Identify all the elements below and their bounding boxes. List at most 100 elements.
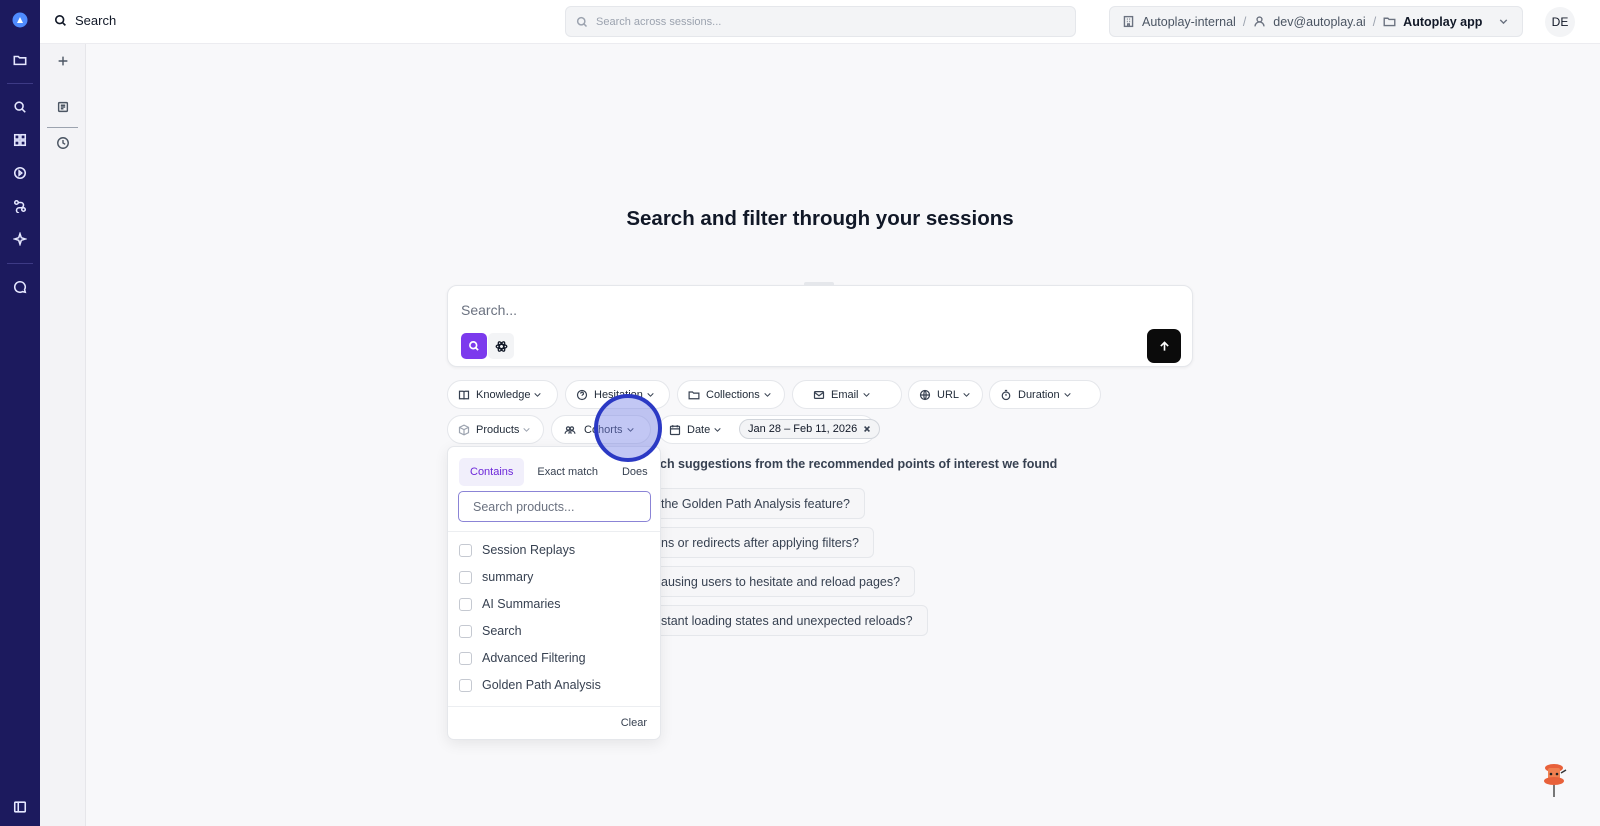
product-search-input[interactable] [458, 491, 651, 522]
box-icon [458, 423, 470, 436]
breadcrumb-user[interactable]: dev@autoplay.ai [1273, 15, 1365, 29]
filter-label: Duration [1018, 388, 1060, 401]
search-box-tab [804, 282, 834, 286]
filter-label: Collections [706, 388, 760, 401]
secondary-panel [40, 44, 86, 826]
book-icon [458, 390, 470, 400]
rail-divider [7, 263, 33, 264]
chevron-down-icon [862, 393, 870, 397]
breadcrumb-project[interactable]: Autoplay app [1403, 15, 1482, 29]
chevron-down-icon [764, 393, 771, 397]
filter-collections[interactable]: Collections [677, 380, 785, 409]
filter-email[interactable]: Email [792, 380, 902, 409]
suggestion-chip[interactable]: ausing users to hesitate and reload page… [634, 566, 916, 597]
filter-label: URL [937, 388, 960, 401]
filter-label: Knowledge [476, 388, 531, 401]
chat-icon[interactable] [11, 278, 29, 296]
products-filter-dropdown: Contains Exact match Does nc Session Rep… [447, 446, 661, 740]
product-option[interactable]: Session Replays [459, 540, 575, 560]
suggestion-chip[interactable]: the Golden Path Analysis feature? [634, 488, 866, 519]
search-icon [469, 341, 479, 351]
close-icon[interactable] [863, 425, 871, 433]
global-search-placeholder: Search across sessions... [596, 15, 722, 28]
arrow-up-icon [1159, 340, 1169, 351]
play-icon[interactable] [11, 164, 29, 182]
filter-knowledge[interactable]: Knowledge [447, 380, 558, 409]
tab-does-not-contain[interactable]: Does nc [611, 458, 649, 486]
chevron-down-icon [714, 428, 721, 432]
filter-label: Date [687, 423, 711, 436]
suggestion-chip[interactable]: stant loading states and unexpected relo… [634, 605, 928, 636]
click-indicator [594, 394, 662, 462]
chevron-down-icon [1063, 393, 1071, 397]
page-headline: Search and filter through your sessions [626, 207, 1014, 230]
product-option[interactable]: AI Summaries [459, 594, 561, 614]
send-button[interactable] [1147, 329, 1181, 363]
search-icon [54, 14, 66, 26]
saved-searches-icon[interactable] [55, 99, 71, 115]
filter-label: Email [831, 388, 859, 401]
date-range-pill[interactable]: Jan 28 – Feb 11, 2026 [739, 419, 881, 439]
date-range-value: Jan 28 – Feb 11, 2026 [748, 423, 858, 435]
filter-url[interactable]: URL [908, 380, 983, 409]
suggestions-heading: ch suggestions from the recommended poin… [660, 457, 1058, 471]
chevron-down-icon [523, 428, 531, 432]
timer-icon [1001, 389, 1011, 400]
clear-button[interactable]: Clear [621, 717, 647, 729]
search-icon [576, 16, 588, 27]
product-option-label: Session Replays [482, 543, 576, 557]
checkbox[interactable] [459, 597, 472, 611]
tab-exact-match[interactable]: Exact match [526, 458, 609, 486]
breadcrumb[interactable]: Autoplay-internal / dev@autoplay.ai / Au… [1109, 6, 1523, 37]
product-option[interactable]: Advanced Filtering [459, 648, 586, 668]
suggestion-chip[interactable]: ns or redirects after applying filters? [634, 527, 875, 558]
atom-icon [495, 340, 507, 352]
product-option[interactable]: Search [459, 621, 522, 641]
tab-contains[interactable]: Contains [459, 458, 525, 486]
session-search-input[interactable] [461, 299, 1101, 321]
avatar[interactable]: DE [1545, 7, 1575, 37]
pushpin-mascot-icon[interactable] [1541, 761, 1569, 801]
history-icon[interactable] [55, 135, 71, 151]
folder-icon[interactable] [11, 51, 29, 69]
checkbox[interactable] [459, 651, 472, 665]
sparkle-icon[interactable] [11, 230, 29, 248]
calendar-icon [669, 424, 681, 435]
folder-icon [688, 390, 700, 399]
users-icon [564, 425, 576, 434]
filter-products[interactable]: Products [447, 415, 544, 444]
dashboard-icon[interactable] [11, 131, 29, 149]
checkbox[interactable] [459, 570, 472, 584]
divider [448, 531, 660, 532]
sidebar-toggle-icon[interactable] [11, 798, 29, 816]
checkbox[interactable] [459, 543, 472, 557]
session-search-box [447, 282, 1193, 367]
plus-icon[interactable] [55, 53, 71, 69]
rail-divider [7, 83, 33, 84]
globe-icon [919, 389, 931, 400]
logo-icon[interactable] [11, 11, 29, 29]
product-option-label: summary [482, 570, 534, 584]
product-option-label: Advanced Filtering [482, 651, 586, 665]
chevron-down-icon [963, 393, 970, 397]
product-option[interactable]: Golden Path Analysis [459, 675, 601, 695]
product-option-label: AI Summaries [482, 597, 561, 611]
page-title-text: Search [75, 13, 117, 28]
checkbox[interactable] [459, 678, 472, 692]
product-option[interactable]: summary [459, 567, 533, 587]
building-icon [1123, 15, 1134, 28]
ai-mode-button[interactable] [488, 333, 514, 359]
chevron-down-icon[interactable] [1497, 15, 1510, 28]
search-mode-button[interactable] [461, 333, 487, 359]
search-icon[interactable] [11, 98, 29, 116]
primary-nav-rail [0, 0, 40, 826]
breadcrumb-separator: / [1242, 14, 1247, 29]
global-search-input[interactable]: Search across sessions... [565, 6, 1076, 37]
breadcrumb-separator: / [1372, 14, 1377, 29]
filter-duration[interactable]: Duration [989, 380, 1101, 409]
user-icon [1254, 16, 1265, 27]
breadcrumb-org[interactable]: Autoplay-internal [1142, 15, 1236, 29]
checkbox[interactable] [459, 624, 472, 638]
filter-label: Products [476, 423, 520, 436]
folder-open-icon [1383, 17, 1396, 27]
